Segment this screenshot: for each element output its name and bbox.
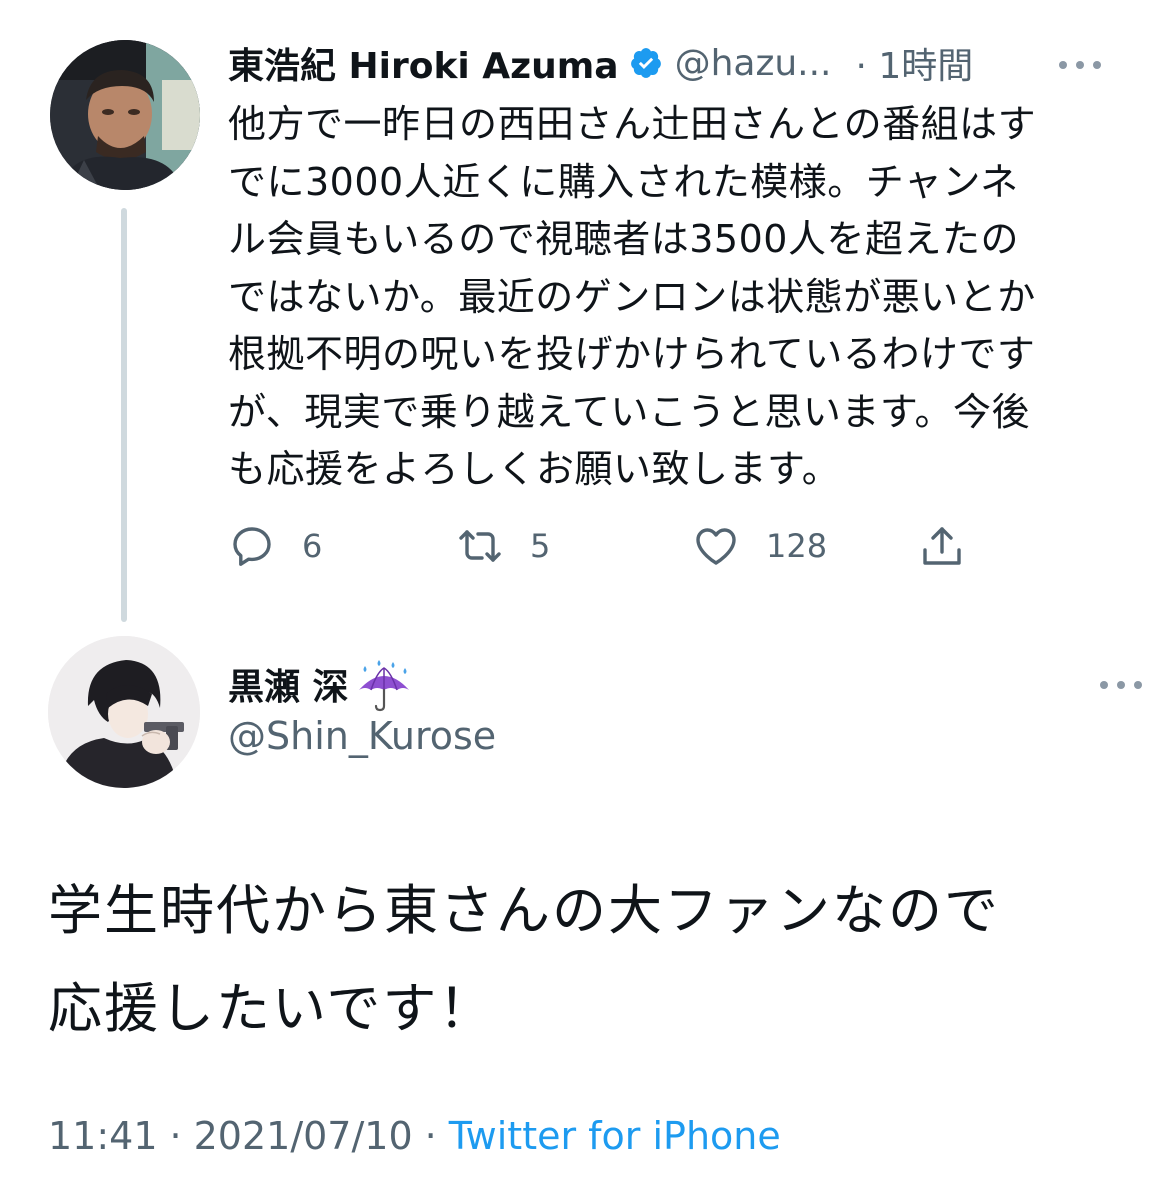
parent-tweet-actions: 6 5 128 <box>228 516 988 576</box>
parent-author-handle[interactable]: @hazu... <box>675 43 832 84</box>
retweet-count: 5 <box>530 527 551 565</box>
parent-tweet-text: 他方で一昨日の西田さん辻田さんとの番組はす でに3000人近くに購入された模様。… <box>228 102 1037 491</box>
reply-author-handle[interactable]: @Shin_Kurose <box>228 714 496 758</box>
reply-icon <box>233 527 271 566</box>
reply-author-name[interactable]: 黒瀬 深 <box>228 658 349 710</box>
reply-count: 6 <box>302 527 323 565</box>
reply-tweet-source-link[interactable]: Twitter for iPhone <box>449 1114 781 1158</box>
parent-tweet-header: 東浩紀 Hiroki Azuma @hazu... · 1時間 <box>228 36 1128 90</box>
reply-more-icon[interactable] <box>1099 680 1143 690</box>
reply-author-avatar[interactable] <box>48 636 200 788</box>
share-action[interactable] <box>918 516 966 576</box>
parent-tweet-time[interactable]: · 1時間 <box>855 37 973 89</box>
reply-tweet-text: 学生時代から東さんの大ファンなので 応援したいです！ <box>48 879 1000 1040</box>
reply-tweet-date[interactable]: 2021/07/10 <box>194 1114 413 1158</box>
verified-badge-icon <box>630 48 661 78</box>
reply-tweet-time[interactable]: 11:41 <box>48 1114 158 1158</box>
like-count: 128 <box>766 527 828 565</box>
share-icon <box>923 527 961 565</box>
meta-separator: · <box>424 1114 437 1158</box>
more-icon[interactable] <box>1058 60 1102 70</box>
parent-author-name[interactable]: 東浩紀 Hiroki Azuma <box>228 37 619 89</box>
reply-action[interactable]: 6 <box>228 516 322 576</box>
heart-icon <box>696 528 736 565</box>
tweet-thread-page: 東浩紀 Hiroki Azuma @hazu... · 1時間 他方で一昨日の西… <box>0 0 1169 1187</box>
thread-connector-line <box>121 208 127 622</box>
retweet-action[interactable]: 5 <box>456 516 550 576</box>
reply-name-row: 黒瀬 深 <box>228 656 413 712</box>
meta-separator: · <box>169 1114 182 1158</box>
like-action[interactable]: 128 <box>692 516 827 576</box>
parent-author-avatar[interactable] <box>50 40 200 190</box>
retweet-icon <box>459 530 501 562</box>
reply-tweet-meta: 11:41 · 2021/07/10 · Twitter for iPhone <box>48 1108 781 1164</box>
umbrella-with-rain-drops-icon <box>358 660 409 712</box>
